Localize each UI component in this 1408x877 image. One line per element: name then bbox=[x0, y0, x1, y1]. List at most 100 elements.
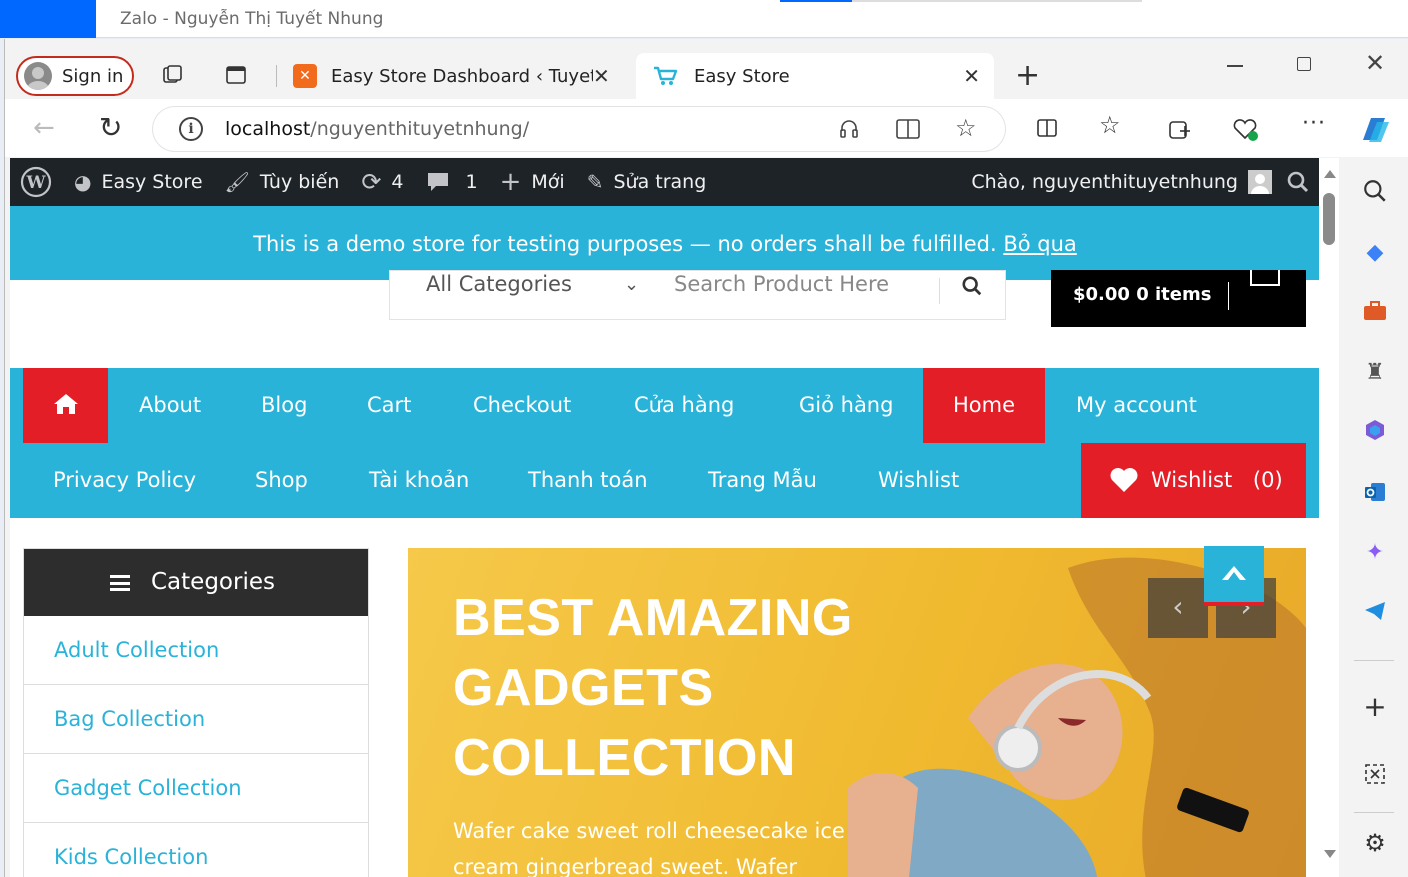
close-tab-icon[interactable]: ✕ bbox=[963, 64, 980, 88]
category-select[interactable]: All Categories bbox=[426, 272, 572, 296]
url-path: /nguyenthituyetnhung/ bbox=[310, 118, 530, 140]
category-item[interactable]: Gadget Collection bbox=[24, 754, 368, 823]
tab-divider bbox=[276, 65, 277, 87]
wp-updates-count: 4 bbox=[391, 171, 404, 193]
telegram-icon[interactable] bbox=[1362, 600, 1388, 626]
browser-essentials-icon[interactable] bbox=[1231, 116, 1259, 142]
chevron-down-icon[interactable]: ⌄ bbox=[624, 274, 639, 295]
favorite-star-icon[interactable]: ☆ bbox=[955, 114, 977, 142]
maximize-icon[interactable] bbox=[1297, 57, 1311, 71]
split-screen-icon[interactable] bbox=[1035, 116, 1059, 140]
xampp-favicon-icon: ✕ bbox=[293, 64, 317, 88]
zalo-accent bbox=[0, 0, 96, 38]
immersive-reader-icon[interactable] bbox=[895, 117, 923, 141]
search-icon[interactable] bbox=[1286, 170, 1310, 194]
cart-bag-icon bbox=[1250, 270, 1280, 286]
nav-item-home[interactable]: Home bbox=[923, 368, 1046, 443]
main-nav: About Blog Cart Checkout Cửa hàng Giỏ hà… bbox=[10, 368, 1320, 518]
search-divider bbox=[939, 278, 940, 304]
cart-divider bbox=[1228, 282, 1229, 310]
tab-strip: Sign in ✕ Easy Store Dashboard ‹ Tuyetnh… bbox=[5, 39, 1408, 99]
copilot-icon[interactable] bbox=[1355, 112, 1395, 148]
nav-item-checkout[interactable]: Checkout bbox=[473, 368, 571, 443]
shopping-tag-icon[interactable]: ◆ bbox=[1362, 240, 1388, 266]
nav-item-cart[interactable]: Cart bbox=[367, 368, 411, 443]
wishlist-button[interactable]: Wishlist (0) bbox=[1081, 443, 1306, 518]
cart-total: $0.00 0 items bbox=[1073, 284, 1212, 305]
wp-edit-label: Sửa trang bbox=[613, 171, 707, 193]
search-sidebar-icon[interactable] bbox=[1362, 178, 1388, 204]
wp-new-label: Mới bbox=[531, 171, 565, 193]
search-input[interactable]: Search Product Here bbox=[674, 272, 889, 296]
new-tab-icon[interactable]: + bbox=[1015, 61, 1040, 91]
favorites-icon[interactable]: ☆ bbox=[1099, 111, 1121, 139]
microsoft-365-icon[interactable] bbox=[1362, 418, 1388, 444]
wp-new-link[interactable]: + Mới bbox=[500, 167, 565, 197]
back-to-top-button[interactable] bbox=[1204, 546, 1264, 606]
category-item[interactable]: Adult Collection bbox=[24, 616, 368, 685]
nav-item-trang-mau[interactable]: Trang Mẫu bbox=[708, 443, 817, 518]
tab-dashboard[interactable]: ✕ Easy Store Dashboard ‹ Tuyetnhung ✕ bbox=[287, 53, 633, 99]
web-page: W ◕ Easy Store 🖌 Tùy biến ⟳ 4 1 + Mới ✎ … bbox=[10, 158, 1320, 877]
tab-easy-store[interactable]: Easy Store ✕ bbox=[636, 53, 994, 99]
wp-comments-link[interactable]: 1 bbox=[426, 171, 478, 193]
address-bar[interactable]: i localhost/nguyenthituyetnhung/ ☆ bbox=[153, 107, 1005, 151]
nav-item-tai-khoan[interactable]: Tài khoản bbox=[369, 443, 469, 518]
nav-item-wishlist[interactable]: Wishlist bbox=[878, 443, 959, 518]
heart-icon bbox=[1110, 468, 1138, 492]
category-item[interactable]: Bag Collection bbox=[24, 685, 368, 754]
zalo-window-bar: Zalo - Nguyễn Thị Tuyết Nhung bbox=[0, 0, 1408, 38]
search-button-icon[interactable] bbox=[961, 275, 983, 297]
nav-item-privacy-policy[interactable]: Privacy Policy bbox=[53, 443, 196, 518]
chevron-up-icon bbox=[1222, 566, 1246, 580]
read-aloud-icon[interactable] bbox=[837, 117, 861, 141]
wp-customize-link[interactable]: 🖌 Tùy biến bbox=[225, 170, 340, 194]
home-icon bbox=[54, 394, 78, 414]
close-tab-icon[interactable]: ✕ bbox=[593, 64, 610, 88]
scroll-down-arrow[interactable] bbox=[1324, 850, 1336, 858]
zalo-active-line bbox=[780, 0, 852, 2]
screenshot-icon[interactable] bbox=[1362, 762, 1388, 788]
nav-item-thanh-toan[interactable]: Thanh toán bbox=[528, 443, 648, 518]
reload-icon[interactable]: ↻ bbox=[99, 111, 122, 144]
wordpress-logo-icon[interactable]: W bbox=[20, 166, 52, 198]
tools-icon[interactable] bbox=[1362, 300, 1388, 326]
scroll-thumb[interactable] bbox=[1323, 193, 1335, 245]
sign-in-button[interactable]: Sign in bbox=[16, 56, 134, 96]
designer-icon[interactable]: ✦ bbox=[1362, 540, 1388, 566]
window-close-icon[interactable]: ✕ bbox=[1365, 49, 1385, 77]
games-icon[interactable]: ♜ bbox=[1362, 360, 1388, 386]
wp-site-link[interactable]: ◕ Easy Store bbox=[74, 170, 203, 194]
wp-updates-link[interactable]: ⟳ 4 bbox=[361, 168, 403, 196]
sign-in-label: Sign in bbox=[62, 65, 124, 87]
page-scrollbar[interactable] bbox=[1319, 158, 1339, 877]
nav-item-gio-hang[interactable]: Giỏ hàng bbox=[799, 368, 893, 443]
tab-actions-icon[interactable] bbox=[224, 63, 248, 87]
collections-icon[interactable] bbox=[1167, 116, 1193, 142]
slider-prev-button[interactable]: ‹ bbox=[1148, 578, 1208, 638]
wp-edit-link[interactable]: ✎ Sửa trang bbox=[587, 170, 707, 194]
svg-text:W: W bbox=[25, 173, 46, 193]
nav-item-cua-hang[interactable]: Cửa hàng bbox=[634, 368, 734, 443]
more-menu-icon[interactable]: ··· bbox=[1302, 111, 1326, 136]
back-icon[interactable]: ← bbox=[33, 113, 55, 143]
nav-item-my-account[interactable]: My account bbox=[1076, 368, 1197, 443]
updates-icon: ⟳ bbox=[361, 168, 382, 196]
nav-item-shop[interactable]: Shop bbox=[255, 443, 308, 518]
nav-home-icon-button[interactable] bbox=[23, 368, 108, 443]
info-icon[interactable]: i bbox=[179, 117, 203, 141]
minimize-icon[interactable] bbox=[1227, 65, 1243, 67]
nav-item-blog[interactable]: Blog bbox=[261, 368, 307, 443]
outlook-icon[interactable] bbox=[1362, 480, 1388, 506]
plus-icon: + bbox=[499, 167, 522, 197]
dismiss-link[interactable]: Bỏ qua bbox=[1003, 232, 1076, 256]
nav-item-about[interactable]: About bbox=[139, 368, 201, 443]
scroll-up-arrow[interactable] bbox=[1324, 170, 1336, 178]
workspaces-icon[interactable] bbox=[161, 63, 185, 87]
settings-gear-icon[interactable]: ⚙ bbox=[1362, 830, 1388, 856]
category-item[interactable]: Kids Collection bbox=[24, 823, 368, 877]
categories-header[interactable]: Categories bbox=[24, 549, 368, 616]
cart-button[interactable]: $0.00 0 items bbox=[1051, 270, 1306, 327]
wp-account[interactable]: Chào, nguyenthituyetnhung bbox=[971, 158, 1310, 206]
add-sidebar-app-icon[interactable]: + bbox=[1362, 693, 1388, 721]
